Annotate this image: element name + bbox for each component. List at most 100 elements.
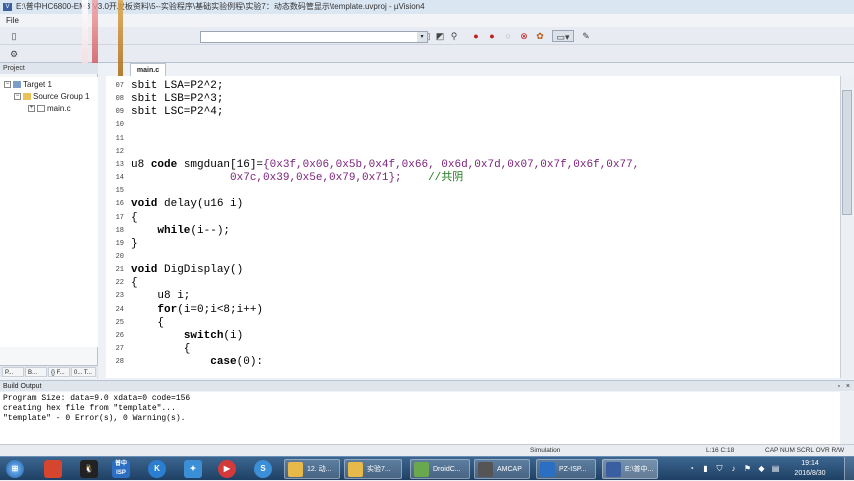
line-number: 27 [115,345,124,353]
breakpoint-icon[interactable]: ● [486,30,498,42]
taskbar-app[interactable]: 实验7... [344,459,402,479]
code-line: void delay(u16 i) [131,198,243,211]
taskbar-app-label: E:\普中... [625,466,654,473]
line-number: 13 [115,160,124,169]
speaker-icon[interactable]: ♪ [728,463,739,474]
code-line: sbit LSA=P2^2; [131,80,223,93]
line-number: 21 [115,266,124,275]
tab-functions[interactable]: {} F... [48,367,70,377]
shield-icon[interactable]: ⛉ [714,463,725,474]
uvision-app-icon: V [3,3,12,11]
network-app-icon[interactable]: ✦ [184,460,202,478]
project-panel-header: Project [0,63,98,74]
new-file-icon[interactable]: ▯ [8,30,20,42]
tree-label: Target 1 [23,80,52,89]
build-output-header: Build Output ▫ × [0,380,854,391]
code-token: sbit LSA=P2^2; [131,80,224,92]
breakpoint-kill-icon[interactable]: ⊗ [518,30,530,42]
breakpoint-disable-icon[interactable]: ○ [502,30,514,42]
line-number: 14 [115,174,124,183]
clock[interactable]: 19:14 2016/8/30 [790,459,830,479]
collapse-icon[interactable]: − [14,93,21,101]
clock-time: 19:14 [801,460,819,467]
tree-label: main.c [47,104,71,113]
tab-project[interactable]: P... [2,367,24,377]
show-desktop-button[interactable] [844,457,854,481]
window-layout-icon[interactable]: ▭▾ [552,30,574,42]
code-line: sbit LSC=P2^4; [131,106,223,119]
code-line: 0x7c,0x39,0x5e,0x79,0x71}; //共阴 [131,172,463,185]
camera-icon [478,462,493,477]
isp-app-icon[interactable]: 普中ISP [112,460,130,478]
tab-templates[interactable]: 0... T... [71,367,96,377]
code-line: for(i=0;i<8;i++) [131,304,263,317]
tree-label: Source Group 1 [33,92,90,101]
power-icon[interactable]: ▮ [700,463,711,474]
taskbar-app[interactable]: AMCAP [474,459,530,479]
code-token: u8 i; [131,290,191,303]
taskbar-app[interactable]: 12. 动... [284,459,340,479]
editor-file-tab[interactable]: main.c [130,63,166,76]
line-number: 26 [115,331,124,340]
incremental-find-icon[interactable]: ⚲ [448,30,460,42]
build-output-title: Build Output [3,383,42,390]
taskbar-app-active[interactable]: E:\普中... [602,459,658,479]
find-in-files-icon[interactable]: ◩ [434,30,446,42]
build-output-line: "template" - 0 Error(s), 0 Warning(s). [3,414,186,423]
tree-item-target[interactable]: − Target 1 [4,79,52,90]
chevron-down-icon[interactable]: ▾ [417,32,427,42]
build-output-panel[interactable]: Program Size: data=9.0 xdata=0 code=156 … [0,392,840,444]
security-icon[interactable]: ◆ [756,463,767,474]
collapse-icon[interactable]: − [4,81,11,89]
taskbar-app[interactable]: DroidC... [410,459,470,479]
taskbar-app-label: 12. 动... [307,466,332,473]
code-token: while [157,224,191,237]
code-token: {0x3f,0x06,0x5b,0x4f,0x66, 0x6d,0x7d,0x0… [263,158,640,171]
code-token: } [131,237,138,250]
line-number: 24 [115,305,124,314]
configure-icon[interactable]: ✿ [534,30,546,42]
tree-item-file[interactable]: + main.c [28,103,71,114]
code-line: case(0): [131,356,263,369]
folder-icon [288,462,303,477]
flag-icon[interactable]: ⚑ [742,463,753,474]
code-line: sbit LSB=P2^3; [131,93,223,106]
code-token: { [131,316,165,329]
start-button[interactable]: ⊞ [6,460,24,478]
project-tree: − Target 1 − Source Group 1 + main.c [0,77,98,347]
wrench-icon[interactable]: ✎ [580,30,592,42]
editor-scrollbar-thumb[interactable] [842,90,852,215]
s-app-icon[interactable]: S [254,460,272,478]
k-app-icon[interactable]: K [148,460,166,478]
taskbar-app-label: PZ-ISP... [559,466,587,473]
code-token: for [157,303,178,316]
menu-file[interactable]: File [6,16,19,25]
close-icon[interactable]: × [846,381,850,392]
code-line: { [131,277,138,290]
code-line: u8 code smgduan[16]={0x3f,0x06,0x5b,0x4f… [131,159,639,172]
network-icon[interactable]: ◔ [686,463,697,474]
line-number: 28 [115,358,124,367]
taskbar-app[interactable]: PZ-ISP... [536,459,596,479]
build-output-scrollbar[interactable] [840,392,854,444]
player-icon[interactable]: ▶ [218,460,236,478]
pin-icon[interactable]: ▫ [838,381,840,392]
target-combo[interactable]: ▾ [200,31,428,43]
code-token: delay(u16 i) [157,198,244,211]
expand-icon[interactable]: + [28,105,35,113]
settings-icon[interactable]: ⚙ [8,48,20,60]
target-icon [13,81,21,89]
line-number: 20 [115,252,124,261]
code-token: { [131,343,191,355]
code-token: (i) [223,329,244,342]
tab-books[interactable]: B... [25,367,47,377]
app-red-icon[interactable] [44,460,62,478]
ime-icon[interactable]: ▤ [770,463,781,474]
debug-start-icon[interactable]: ● [470,30,482,42]
tree-item-group[interactable]: − Source Group 1 [14,91,89,102]
qq-icon[interactable]: 🐧 [80,460,98,478]
code-token: void [131,198,158,211]
line-number: 11 [115,134,124,143]
